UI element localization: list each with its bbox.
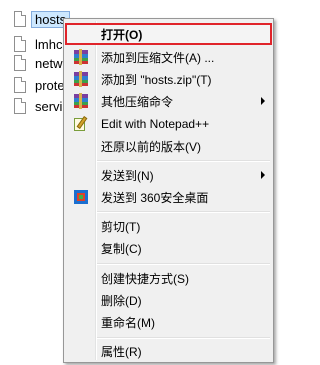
menu-item-rename[interactable]: 重命名(M) <box>67 311 270 333</box>
menu-item-label: 重命名(M) <box>101 315 155 330</box>
menu-item-create-shortcut[interactable]: 创建快捷方式(S) <box>67 267 270 289</box>
menu-item-label: 添加到 "hosts.zip"(T) <box>101 72 212 87</box>
menu-item-send-to[interactable]: 发送到(N) <box>67 164 270 186</box>
winrar-icon <box>73 71 89 87</box>
menu-item-copy[interactable]: 复制(C) <box>67 237 270 259</box>
submenu-arrow-icon <box>261 97 265 105</box>
file-icon <box>14 98 26 114</box>
menu-separator <box>97 211 270 213</box>
file-icon <box>14 77 26 93</box>
menu-item-cut[interactable]: 剪切(T) <box>67 215 270 237</box>
menu-item-other-compress[interactable]: 其他压缩命令 <box>67 90 270 112</box>
file-name: netw <box>35 55 63 71</box>
file-item-lmhosts[interactable]: lmhc <box>14 34 62 54</box>
file-name: lmhc <box>35 36 63 52</box>
menu-separator <box>97 263 270 265</box>
file-item-networks[interactable]: netw <box>14 53 62 73</box>
file-icon <box>14 11 26 27</box>
360-desktop-icon <box>73 189 89 205</box>
menu-item-add-to-zip[interactable]: 添加到 "hosts.zip"(T) <box>67 68 270 90</box>
menu-separator <box>97 337 270 339</box>
menu-item-restore-previous-versions[interactable]: 还原以前的版本(V) <box>67 135 270 157</box>
file-icon <box>14 36 26 52</box>
menu-item-label: 复制(C) <box>101 241 142 256</box>
menu-item-label: 还原以前的版本(V) <box>101 139 201 154</box>
submenu-arrow-icon <box>261 171 265 179</box>
menu-item-label: 属性(R) <box>101 344 142 359</box>
menu-item-label: 发送到 360安全桌面 <box>101 190 209 205</box>
menu-separator <box>97 160 270 162</box>
menu-item-label: 发送到(N) <box>101 168 154 183</box>
menu-item-label: 其他压缩命令 <box>101 94 174 109</box>
menu-item-send-to-360[interactable]: 发送到 360安全桌面 <box>67 186 270 208</box>
file-item-hosts[interactable]: hosts <box>14 9 71 29</box>
menu-item-properties[interactable]: 属性(R) <box>67 340 270 362</box>
menu-item-label: 删除(D) <box>101 293 142 308</box>
menu-item-label: 打开(O) <box>101 27 143 42</box>
winrar-icon <box>73 93 89 109</box>
notepad-plus-plus-icon <box>73 116 89 132</box>
menu-item-label: Edit with Notepad++ <box>101 117 210 131</box>
file-item-protocol[interactable]: prote <box>14 75 65 95</box>
menu-item-label: 添加到压缩文件(A) ... <box>101 50 215 65</box>
context-menu: 打开(O) 添加到压缩文件(A) ... 添加到 "hosts.zip"(T) … <box>63 18 274 363</box>
file-icon <box>14 55 26 71</box>
file-name: prote <box>35 77 65 93</box>
menu-item-add-to-archive[interactable]: 添加到压缩文件(A) ... <box>67 46 270 68</box>
menu-item-label: 创建快捷方式(S) <box>101 271 189 286</box>
menu-item-label: 剪切(T) <box>101 219 141 234</box>
menu-item-edit-notepad-plus-plus[interactable]: Edit with Notepad++ <box>67 113 270 135</box>
menu-item-open[interactable]: 打开(O) <box>65 23 272 45</box>
file-name: servi <box>35 98 63 114</box>
winrar-icon <box>73 49 89 65</box>
file-item-services[interactable]: servi <box>14 96 62 116</box>
menu-item-delete[interactable]: 删除(D) <box>67 289 270 311</box>
